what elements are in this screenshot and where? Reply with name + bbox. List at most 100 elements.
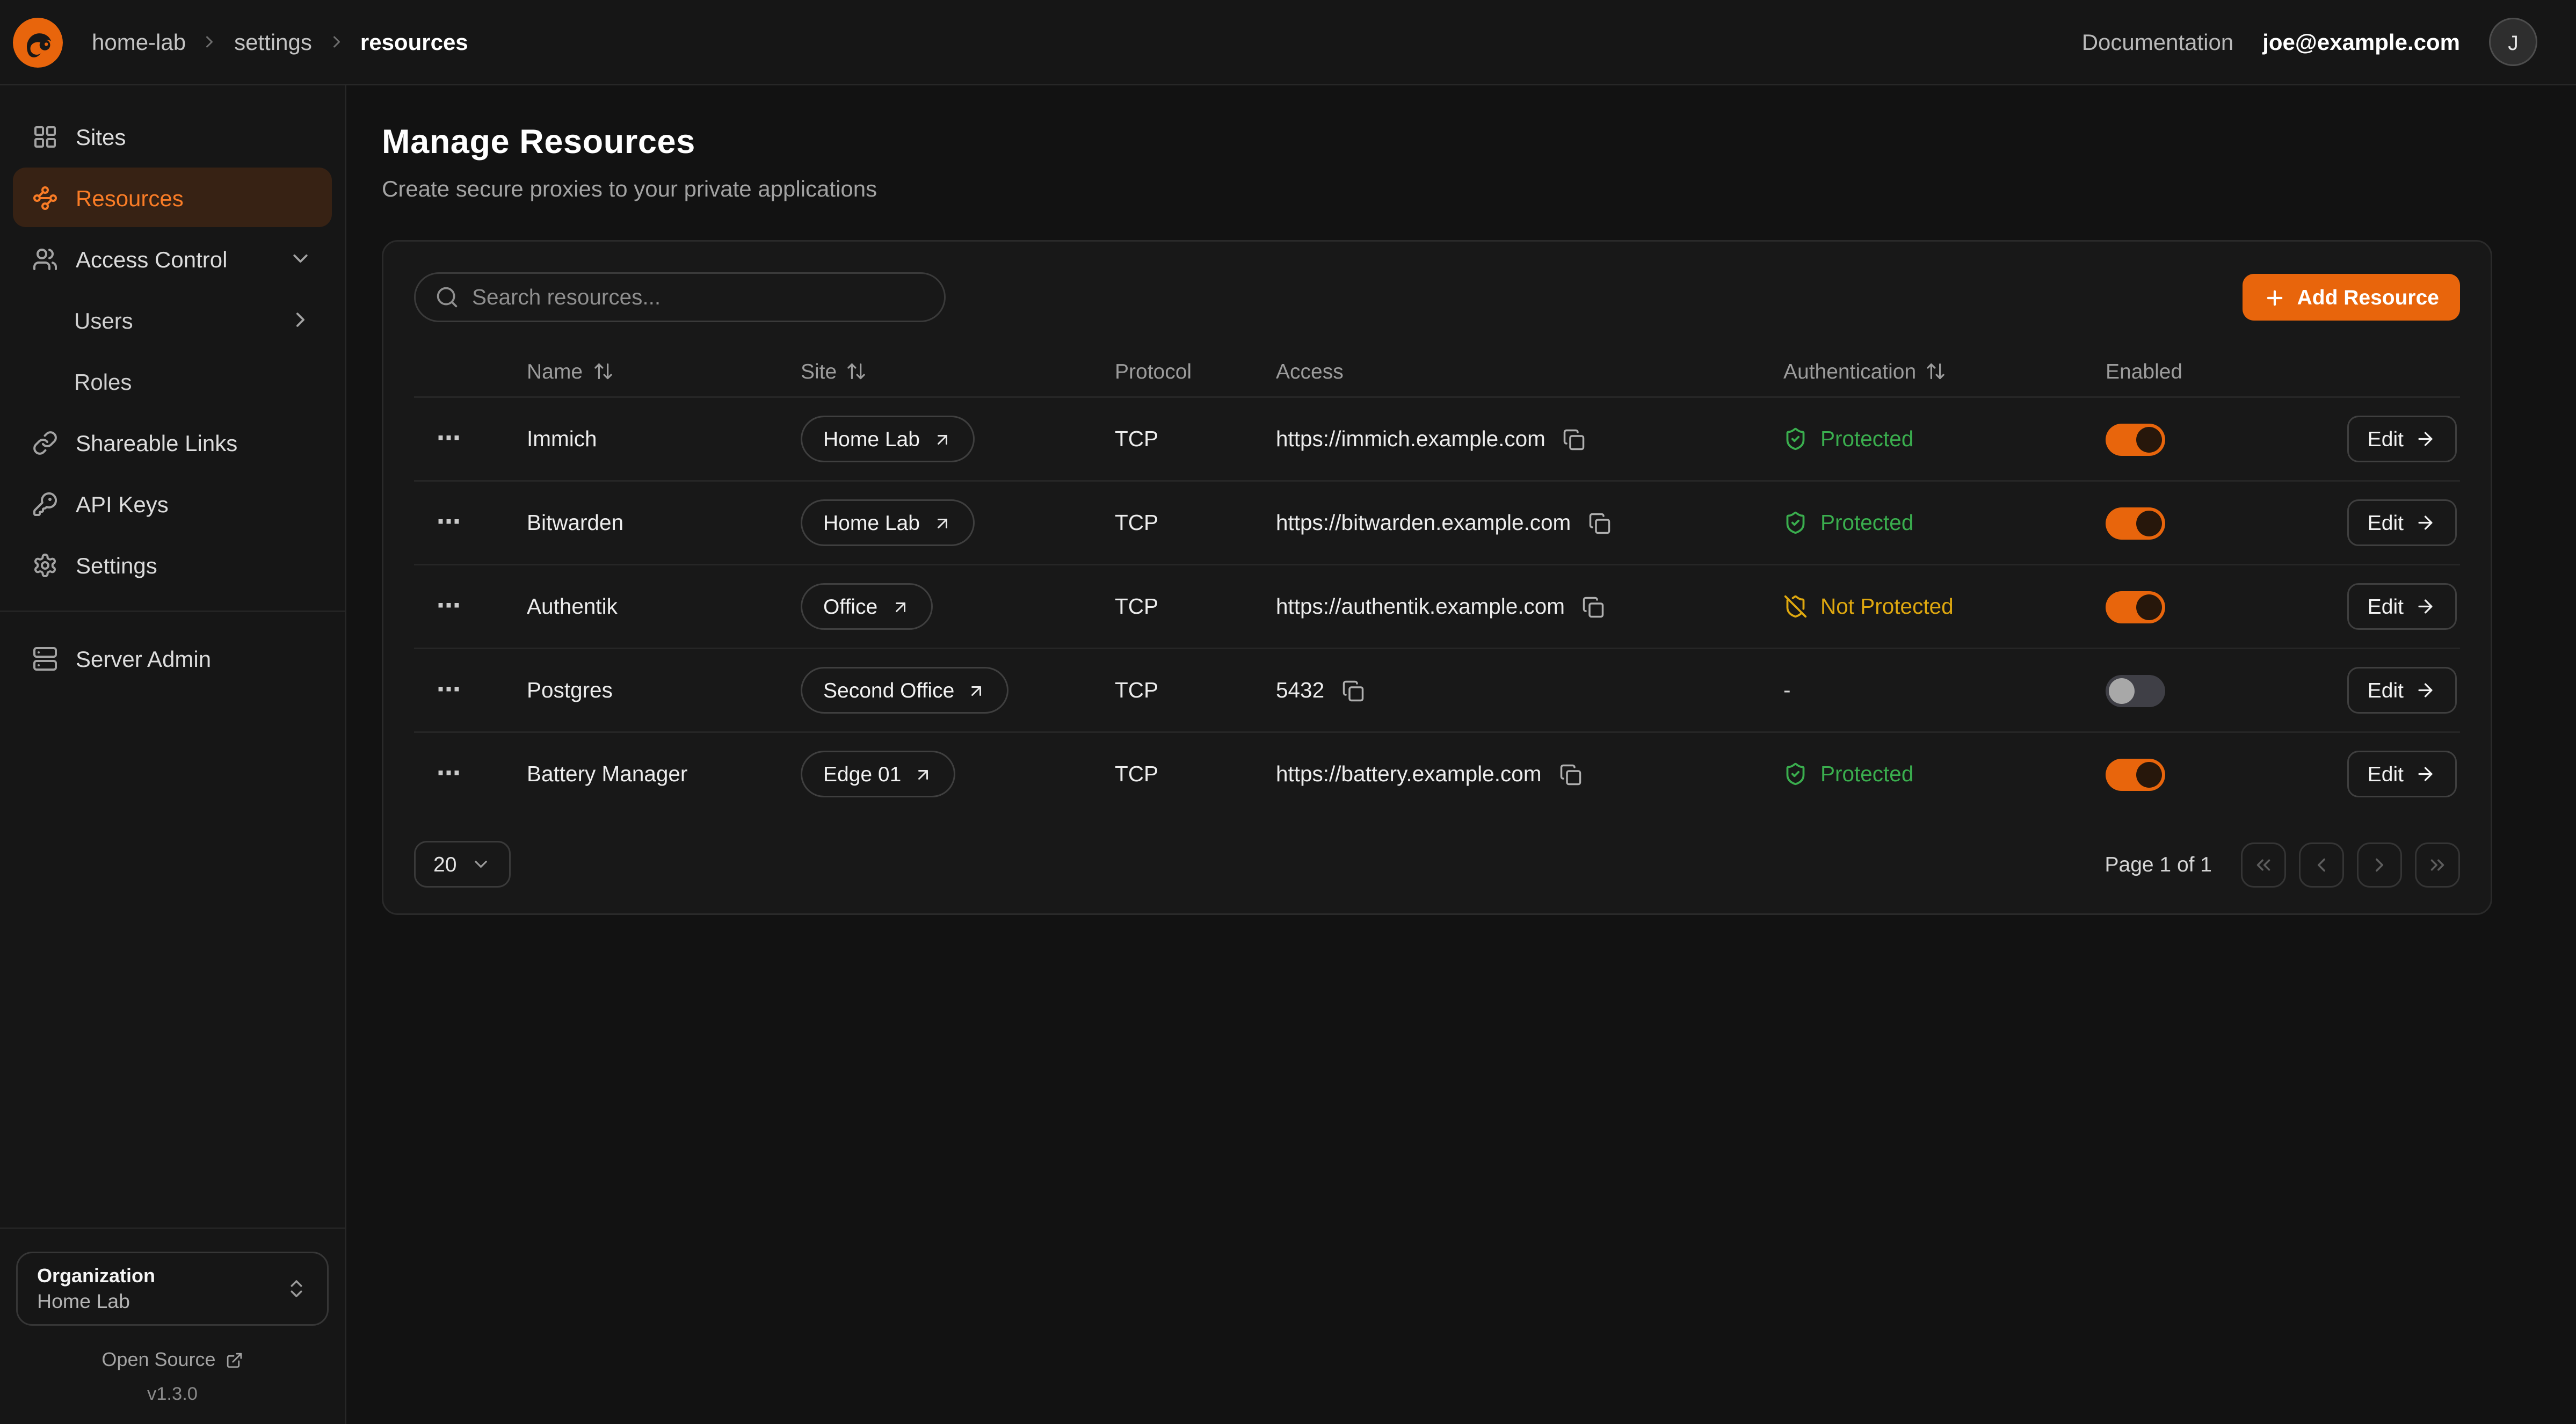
add-resource-button[interactable]: Add Resource xyxy=(2243,274,2460,321)
server-icon xyxy=(32,645,58,671)
page-info: Page 1 of 1 xyxy=(2105,852,2212,876)
arrow-right-icon xyxy=(2415,680,2436,701)
resource-name: Battery Manager xyxy=(527,762,801,786)
auth-label: - xyxy=(1783,678,1791,702)
row-menu-button[interactable]: ⋯ xyxy=(424,504,475,541)
breadcrumb-separator-icon xyxy=(326,32,346,52)
avatar[interactable]: J xyxy=(2489,18,2537,66)
sidebar-item-access-control[interactable]: Access Control xyxy=(13,229,332,288)
site-link[interactable]: Home Lab xyxy=(801,499,975,546)
auth-label: Not Protected xyxy=(1820,594,1954,619)
sidebar-item-label: Sites xyxy=(76,123,126,149)
table-row: ⋯ Authentik Office TCP https://authentik… xyxy=(414,564,2460,648)
row-menu-button[interactable]: ⋯ xyxy=(424,588,475,625)
toggle-knob xyxy=(2136,426,2162,452)
column-header-name[interactable]: Name xyxy=(527,359,801,383)
sidebar-item-label: Roles xyxy=(74,368,132,394)
enabled-toggle[interactable] xyxy=(2106,758,2165,790)
edit-label: Edit xyxy=(2368,511,2404,535)
sidebar-item-api-keys[interactable]: API Keys xyxy=(13,474,332,533)
site-name: Home Lab xyxy=(823,511,920,535)
org-value: Home Lab xyxy=(37,1290,155,1313)
site-link[interactable]: Office xyxy=(801,583,932,630)
copy-button[interactable] xyxy=(1579,592,1608,621)
sidebar-item-label: Resources xyxy=(76,185,184,210)
site-name: Office xyxy=(823,594,877,619)
resource-name: Authentik xyxy=(527,594,801,619)
copy-button[interactable] xyxy=(1556,760,1585,789)
site-link[interactable]: Second Office xyxy=(801,667,1009,714)
row-menu-button[interactable]: ⋯ xyxy=(424,420,475,457)
last-page-button[interactable] xyxy=(2415,842,2460,887)
search-input[interactable] xyxy=(472,285,925,309)
external-link-icon xyxy=(226,1351,243,1369)
access-value: https://immich.example.com xyxy=(1276,427,1545,451)
enabled-toggle[interactable] xyxy=(2106,507,2165,539)
documentation-link[interactable]: Documentation xyxy=(2082,29,2234,55)
sidebar-item-server-admin[interactable]: Server Admin xyxy=(13,628,332,688)
edit-label: Edit xyxy=(2368,762,2404,786)
sidebar-item-label: API Keys xyxy=(76,491,169,517)
plus-icon xyxy=(2263,286,2286,309)
access-value: https://authentik.example.com xyxy=(1276,594,1565,619)
site-name: Edge 01 xyxy=(823,762,901,786)
enabled-toggle[interactable] xyxy=(2106,591,2165,623)
breadcrumb-settings[interactable]: settings xyxy=(234,29,312,55)
protocol-value: TCP xyxy=(1115,678,1276,702)
edit-button[interactable]: Edit xyxy=(2347,416,2457,462)
sidebar-item-resources[interactable]: Resources xyxy=(13,168,332,227)
copy-button[interactable] xyxy=(1339,676,1368,705)
open-source-label: Open Source xyxy=(101,1348,215,1371)
sidebar-item-label: Access Control xyxy=(76,246,227,272)
shield-check-icon xyxy=(1783,511,1808,535)
access-value: https://battery.example.com xyxy=(1276,762,1541,786)
enabled-toggle[interactable] xyxy=(2106,674,2165,707)
enabled-toggle[interactable] xyxy=(2106,423,2165,455)
sidebar-divider xyxy=(0,611,345,612)
toggle-knob xyxy=(2136,510,2162,536)
arrow-up-right-icon xyxy=(967,681,986,700)
table-row: ⋯ Postgres Second Office TCP 5432 - xyxy=(414,648,2460,731)
sidebar-divider xyxy=(0,1227,345,1229)
open-source-link[interactable]: Open Source xyxy=(0,1348,345,1371)
gear-icon xyxy=(32,552,58,578)
edit-button[interactable]: Edit xyxy=(2347,499,2457,546)
link-icon xyxy=(32,430,58,455)
breadcrumb: home-lab settings resources xyxy=(92,29,468,55)
column-header-enabled: Enabled xyxy=(2106,359,2323,383)
sidebar-item-shareable-links[interactable]: Shareable Links xyxy=(13,412,332,472)
sidebar-item-roles[interactable]: Roles xyxy=(13,351,332,411)
row-menu-button[interactable]: ⋯ xyxy=(424,672,475,709)
first-page-button[interactable] xyxy=(2241,842,2286,887)
copy-button[interactable] xyxy=(1560,425,1589,454)
row-menu-button[interactable]: ⋯ xyxy=(424,755,475,793)
column-header-authentication[interactable]: Authentication xyxy=(1783,359,2106,383)
column-label: Authentication xyxy=(1783,359,1916,383)
key-icon xyxy=(32,491,58,517)
org-selector[interactable]: Organization Home Lab xyxy=(16,1252,329,1326)
page-title: Manage Resources xyxy=(382,124,2541,163)
edit-button[interactable]: Edit xyxy=(2347,751,2457,797)
edit-label: Edit xyxy=(2368,427,2404,451)
edit-button[interactable]: Edit xyxy=(2347,667,2457,714)
edit-button[interactable]: Edit xyxy=(2347,583,2457,630)
breadcrumb-current: resources xyxy=(360,29,468,55)
copy-button[interactable] xyxy=(1585,508,1614,537)
sidebar-item-users[interactable]: Users xyxy=(13,290,332,350)
prev-page-button[interactable] xyxy=(2299,842,2344,887)
next-page-button[interactable] xyxy=(2357,842,2402,887)
app: home-lab settings resources Documentatio… xyxy=(0,0,2576,1424)
site-link[interactable]: Edge 01 xyxy=(801,751,956,797)
resources-card: Add Resource Name Site P xyxy=(382,240,2492,915)
breadcrumb-org[interactable]: home-lab xyxy=(92,29,186,55)
sidebar-item-label: Users xyxy=(74,307,133,333)
chevron-right-icon xyxy=(288,308,313,332)
sidebar-item-settings[interactable]: Settings xyxy=(13,535,332,594)
arrow-right-icon xyxy=(2415,428,2436,449)
site-link[interactable]: Home Lab xyxy=(801,416,975,462)
arrow-up-right-icon xyxy=(933,430,952,449)
app-logo[interactable] xyxy=(13,17,63,67)
page-size-select[interactable]: 20 xyxy=(414,841,511,888)
column-header-site[interactable]: Site xyxy=(801,359,1115,383)
sidebar-item-sites[interactable]: Sites xyxy=(13,106,332,166)
